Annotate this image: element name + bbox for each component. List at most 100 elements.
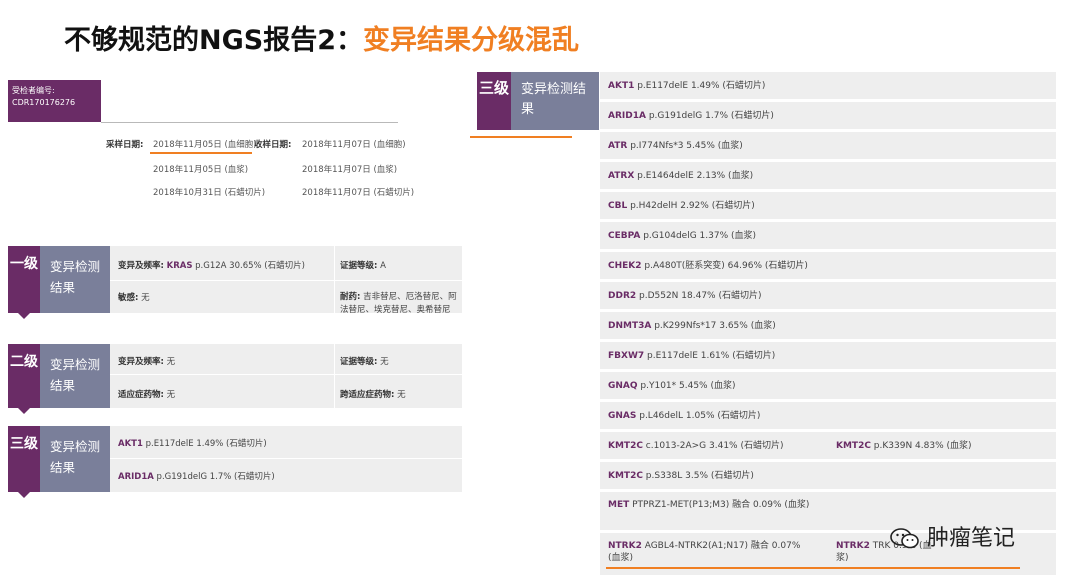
variant-detail: p.Y101* 5.45% (血浆) <box>637 381 736 391</box>
variant-detail: p.K339N 4.83% (血浆) <box>870 441 972 451</box>
patient-id-label: 受检者编号: <box>12 86 55 95</box>
variant-detail: p.A480T(胚系突变) 64.96% (石蜡切片) <box>641 261 808 271</box>
level2-caret-icon <box>18 408 30 414</box>
gene-name: DNMT3A <box>608 321 652 331</box>
variant-row: FBXW7 p.E117delE 1.61% (石蜡切片) <box>600 342 1056 371</box>
level1-vdivider <box>334 246 335 313</box>
sample-date-1: 2018年11月05日 (血细胞) <box>153 140 257 150</box>
wechat-icon <box>890 528 920 550</box>
variant-entry: FBXW7 p.E117delE 1.61% (石蜡切片) <box>608 350 775 362</box>
variant-entry: CEBPA p.G104delG 1.37% (血浆) <box>608 230 756 242</box>
gene-name: GNAS <box>608 411 637 421</box>
variant-entry: MET PTPRZ1-MET(P13;M3) 融合 0.09% (血浆) <box>608 499 813 511</box>
level1-hdivider <box>110 280 462 281</box>
level3-left-hdivider <box>110 458 462 459</box>
title-part2: 变异结果分级混乱 <box>363 25 579 56</box>
level1-box: 一级 变异检测结果 变异及频率: KRAS p.G12A 30.65% (石蜡切… <box>8 246 462 315</box>
gene-name: MET <box>608 500 630 510</box>
variant-row: ATR p.I774Nfs*3 5.45% (血浆) <box>600 132 1056 161</box>
level3-right-bottom-line <box>606 567 1020 569</box>
variant-detail: p.E117delE 1.61% (石蜡切片) <box>644 351 776 361</box>
variant-detail: p.G104delG 1.37% (血浆) <box>640 231 757 241</box>
gene-name: CEBPA <box>608 231 641 241</box>
level1-evidence: 证据等级: A <box>340 261 386 271</box>
gene-name: KMT2C <box>608 471 643 481</box>
variant-entry: GNAS p.L46delL 1.05% (石蜡切片) <box>608 410 760 422</box>
level2-cross-indication: 跨适应症药物: 无 <box>340 390 406 400</box>
level3-left-caret-icon <box>18 492 30 498</box>
level1-label: 变异检测结果 <box>40 246 110 313</box>
variant-entry: AKT1 p.E117delE 1.49% (石蜡切片) <box>608 80 765 92</box>
variant-row: ARID1A p.G191delG 1.7% (石蜡切片) <box>600 102 1056 131</box>
variant-row: GNAS p.L46delL 1.05% (石蜡切片) <box>600 402 1056 431</box>
gene-name: CBL <box>608 201 628 211</box>
variant-row: CBL p.H42delH 2.92% (石蜡切片) <box>600 192 1056 221</box>
variant-detail: c.1013-2A>G 3.41% (石蜡切片) <box>642 441 784 451</box>
variant-entry: ATRX p.E1464delE 2.13% (血浆) <box>608 170 753 182</box>
variant-row: KMT2C p.S338L 3.5% (石蜡切片) <box>600 462 1056 491</box>
variant-detail: p.D552N 18.47% (石蜡切片) <box>636 291 762 301</box>
variant-row: DDR2 p.D552N 18.47% (石蜡切片) <box>600 282 1056 311</box>
level3-right-tag: 三级 <box>477 72 511 130</box>
level2-box: 二级 变异检测结果 变异及频率: 无 证据等级: 无 适应症药物: 无 跨适应症… <box>8 344 462 408</box>
variant-entry: DDR2 p.D552N 18.47% (石蜡切片) <box>608 290 761 302</box>
level2-tag: 二级 <box>8 344 40 408</box>
sample-date-label: 采样日期: <box>106 140 144 150</box>
variant-detail: p.K299Nfs*17 3.65% (血浆) <box>651 321 776 331</box>
level2-mutation: 变异及频率: 无 <box>118 357 176 367</box>
variant-entry: KMT2C c.1013-2A>G 3.41% (石蜡切片) <box>608 440 784 452</box>
variant-detail: p.G191delG 1.7% (石蜡切片) <box>645 111 774 121</box>
gene-name: KMT2C <box>608 441 643 451</box>
variant-detail: p.H42delH 2.92% (石蜡切片) <box>627 201 755 211</box>
gene-name: ARID1A <box>608 111 646 121</box>
variant-entry: CBL p.H42delH 2.92% (石蜡切片) <box>608 200 755 212</box>
variant-detail: p.E117delE 1.49% (石蜡切片) <box>634 81 766 91</box>
level1-caret-icon <box>18 313 30 319</box>
gene-name: DDR2 <box>608 291 637 301</box>
variant-entry: DNMT3A p.K299Nfs*17 3.65% (血浆) <box>608 320 776 332</box>
gene-name: GNAQ <box>608 381 638 391</box>
variant-row: AKT1 p.E117delE 1.49% (石蜡切片) <box>600 72 1056 101</box>
header-divider <box>101 122 398 123</box>
watermark-text: 肿瘤笔记 <box>927 526 1016 551</box>
level2-evidence: 证据等级: 无 <box>340 357 389 367</box>
level3-left-item-1: AKT1 p.E117delE 1.49% (石蜡切片) <box>118 439 267 449</box>
variant-row: GNAQ p.Y101* 5.45% (血浆) <box>600 372 1056 401</box>
level3-left-item-2: ARID1A p.G191delG 1.7% (石蜡切片) <box>118 472 275 482</box>
gene-name: ATR <box>608 141 628 151</box>
level3-left-box: 三级 变异检测结果 AKT1 p.E117delE 1.49% (石蜡切片) A… <box>8 426 462 492</box>
variant-entry: KMT2C p.S338L 3.5% (石蜡切片) <box>608 470 754 482</box>
gene-name: NTRK2 <box>836 541 870 551</box>
variant-row: CHEK2 p.A480T(胚系突变) 64.96% (石蜡切片) <box>600 252 1056 281</box>
variant-entry: CHEK2 p.A480T(胚系突变) 64.96% (石蜡切片) <box>608 260 808 272</box>
level2-label: 变异检测结果 <box>40 344 110 408</box>
level1-mutation: 变异及频率: KRAS p.G12A 30.65% (石蜡切片) <box>118 261 305 271</box>
variant-detail: PTPRZ1-MET(P13;M3) 融合 0.09% (血浆) <box>629 500 810 510</box>
sample-date-underline <box>150 152 252 154</box>
sample-date-3: 2018年10月31日 (石蜡切片) <box>153 188 266 198</box>
variant-row: ATRX p.E1464delE 2.13% (血浆) <box>600 162 1056 191</box>
patient-id-box: 受检者编号: CDR170176276 <box>8 80 101 122</box>
level3-left-tag: 三级 <box>8 426 40 492</box>
variant-row: KMT2C c.1013-2A>G 3.41% (石蜡切片) KMT2C p.K3… <box>600 432 1056 461</box>
gene-name: AKT1 <box>608 81 635 91</box>
variant-entry: GNAQ p.Y101* 5.45% (血浆) <box>608 380 736 392</box>
variant-entry: KMT2C p.K339N 4.83% (血浆) <box>836 440 972 452</box>
level1-tag: 一级 <box>8 246 40 313</box>
variant-entry: ARID1A p.G191delG 1.7% (石蜡切片) <box>608 110 774 122</box>
level3-right-header: 三级 变异检测结果 <box>477 72 599 130</box>
variant-detail: p.I774Nfs*3 5.45% (血浆) <box>627 141 743 151</box>
variant-row: CEBPA p.G104delG 1.37% (血浆) <box>600 222 1056 251</box>
level3-right-label: 变异检测结果 <box>511 72 599 130</box>
receive-date-1: 2018年11月07日 (血细胞) <box>302 140 406 150</box>
level2-indication: 适应症药物: 无 <box>118 390 176 400</box>
level2-hdivider <box>110 374 462 375</box>
gene-name: ATRX <box>608 171 635 181</box>
level2-vdivider <box>334 344 335 408</box>
patient-id-value: CDR170176276 <box>12 98 76 107</box>
title-part1: 不够规范的NGS报告2： <box>64 25 363 56</box>
page-title: 不够规范的NGS报告2：变异结果分级混乱 <box>64 18 579 57</box>
variant-detail: p.L46delL 1.05% (石蜡切片) <box>636 411 761 421</box>
level1-sensitive: 敏感: 无 <box>118 293 150 303</box>
variant-row: DNMT3A p.K299Nfs*17 3.65% (血浆) <box>600 312 1056 341</box>
